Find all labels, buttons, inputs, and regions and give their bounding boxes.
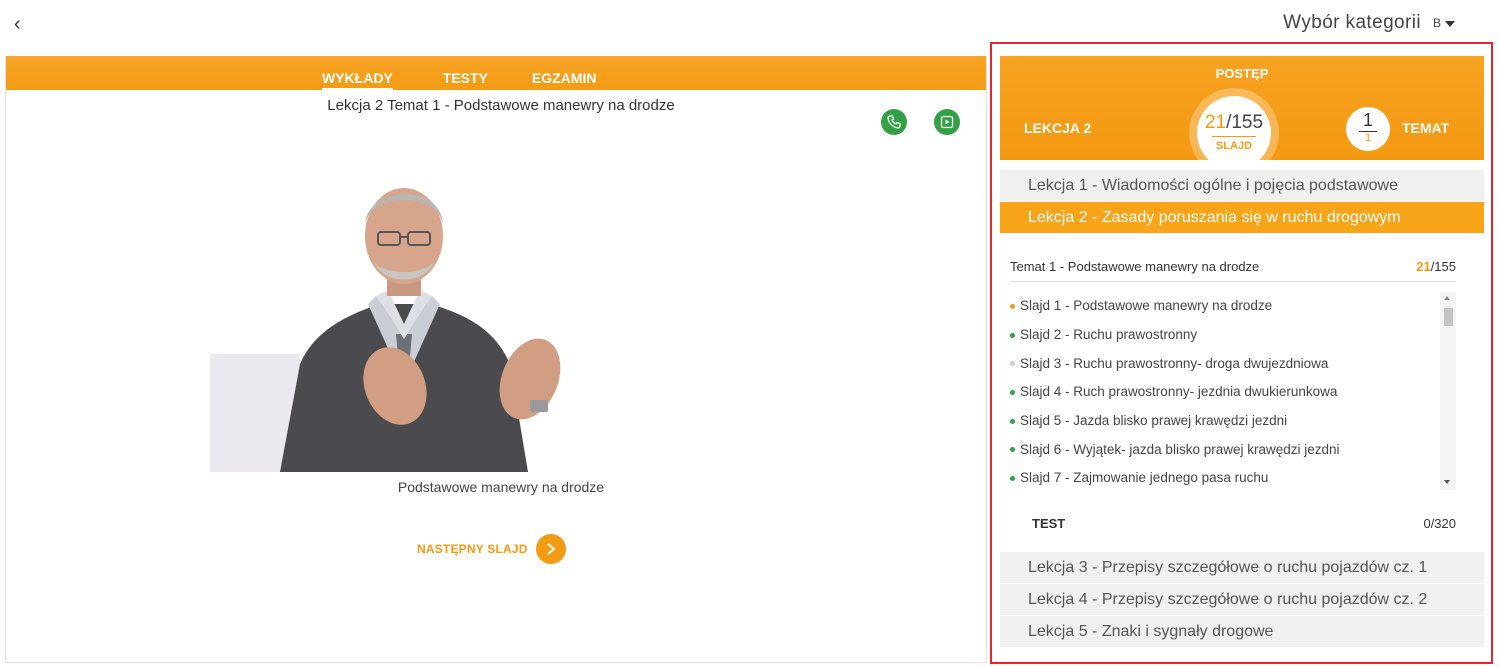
status-dot [1010,389,1015,395]
slide-item-label: Slajd 6 - Wyjątek- jazda blisko prawej k… [1020,441,1340,457]
slide-list: Slajd 1 - Podstawowe manewry na drodze S… [1010,292,1454,492]
chevron-right-icon [535,534,566,564]
slide-item-label: Slajd 5 - Jazda blisko prawej krawędzi j… [1020,413,1288,429]
slide-item-label: Slajd 4 - Ruch prawostronny- jezdnia dwu… [1020,384,1338,400]
play-icon[interactable] [934,109,960,135]
slide-progress-circle: 21/155 SLAJD [1197,96,1271,170]
category-label: Wybór kategorii [1283,12,1421,33]
slide-list-scrollbar[interactable] [1440,292,1456,490]
topic-progress: 21/155 [1416,259,1456,281]
list-item[interactable]: Slajd 3 - Ruchu prawostronny- droga dwuj… [1010,349,1454,378]
lesson-item-3[interactable]: Lekcja 3 - Przepisy szczegółowe o ruchu … [1000,552,1484,584]
tab-egzamin[interactable]: EGZAMIN [510,56,619,90]
tabs-bar: WYKŁADY TESTY EGZAMIN [6,56,986,90]
slide-count: 21/155 [1197,112,1271,134]
scroll-down-icon[interactable] [1444,480,1450,484]
phone-icon[interactable] [881,109,907,135]
tab-testy[interactable]: TESTY [421,56,510,90]
next-slide-button[interactable]: NASTĘPNY SLAJD [417,534,566,564]
list-item[interactable]: Slajd 2 - Ruchu prawostronny [1010,321,1454,350]
test-progress: 0/320 [1423,516,1456,531]
scroll-up-icon[interactable] [1444,296,1450,300]
slide-item-label: Slajd 3 - Ruchu prawostronny- droga dwuj… [1020,355,1329,371]
slide-item-label: Slajd 1 - Podstawowe manewry na drodze [1020,298,1273,314]
lesson-item-4[interactable]: Lekcja 4 - Przepisy szczegółowe o ruchu … [1000,584,1484,616]
topic-slide-total: /155 [1430,259,1456,274]
tab-list: WYKŁADY TESTY EGZAMIN [294,56,618,90]
next-slide-label: NASTĘPNY SLAJD [417,542,528,556]
status-dot [1010,475,1015,481]
status-dot [1010,303,1015,309]
lesson-title: Lekcja 2 Temat 1 - Podstawowe manewry na… [327,97,675,114]
status-dot [1010,332,1015,338]
list-item[interactable]: Slajd 5 - Jazda blisko prawej krawędzi j… [1010,407,1454,436]
lesson-item-5[interactable]: Lekcja 5 - Znaki i sygnały drogowe [1000,616,1484,648]
topic-current: 1 [1362,110,1373,130]
test-current: 0 [1423,516,1431,531]
test-label: TEST [1032,516,1066,531]
top-bar: ‹ Wybór kategorii B [0,0,1499,48]
list-item[interactable]: Slajd 1 - Podstawowe manewry na drodze [1010,292,1454,321]
topic-progress-circle: 1 1 [1346,107,1390,151]
list-item[interactable]: Slajd 6 - Wyjątek- jazda blisko prawej k… [1010,435,1454,464]
test-row[interactable]: TEST 0/320 [1032,516,1456,531]
topic-total: 1 [1364,132,1372,144]
slide-divider [1212,136,1256,137]
lesson-item-2[interactable]: Lekcja 2 - Zasady poruszania się w ruchu… [1000,202,1484,234]
chevron-down-icon [1445,21,1455,27]
slide-current: 21 [1204,112,1227,133]
progress-header: POSTĘP LEKCJA 2 21/155 SLAJD 1 1 TEMAT [1000,56,1484,178]
status-dot [1010,361,1015,367]
list-item[interactable]: Slajd 4 - Ruch prawostronny- jezdnia dwu… [1010,378,1454,407]
back-button[interactable]: ‹ [14,14,21,34]
topic-title: Temat 1 - Podstawowe manewry na drodze [1010,259,1260,274]
slide-item-label: Slajd 7 - Zajmowanie jednego pasa ruchu [1020,470,1269,486]
progress-title: POSTĘP [1215,66,1269,81]
slide-progress-ring: 21/155 SLAJD [1189,88,1279,178]
tab-wyklady[interactable]: WYKŁADY [294,56,421,90]
topic-slide-current: 21 [1416,259,1431,274]
lesson-item-1[interactable]: Lekcja 1 - Wiadomości ogólne i pojęcia p… [1000,170,1484,202]
slide-total: /155 [1226,112,1264,133]
lecture-video[interactable] [210,164,598,472]
slide-item-label: Slajd 2 - Ruchu prawostronny [1020,327,1198,343]
topic-label: TEMAT [1402,120,1450,136]
list-item[interactable]: Slajd 7 - Zajmowanie jednego pasa ruchu [1010,464,1454,492]
test-total: /320 [1430,516,1456,531]
slide-label: SLAJD [1215,140,1253,152]
current-lesson-label: LEKCJA 2 [1024,120,1092,136]
topic-header[interactable]: Temat 1 - Podstawowe manewry na drodze 2… [1010,259,1456,282]
status-dot [1010,447,1015,453]
video-caption: Podstawowe manewry na drodze [397,479,605,495]
category-selector[interactable]: Wybór kategorii B [1283,12,1455,34]
status-dot [1010,418,1015,424]
category-value: B [1432,16,1441,30]
course-progress-panel: POSTĘP LEKCJA 2 21/155 SLAJD 1 1 TEMAT L… [990,42,1493,664]
scroll-thumb[interactable] [1444,308,1453,326]
lecture-card: WYKŁADY TESTY EGZAMIN Lekcja 2 Temat 1 -… [5,56,987,663]
